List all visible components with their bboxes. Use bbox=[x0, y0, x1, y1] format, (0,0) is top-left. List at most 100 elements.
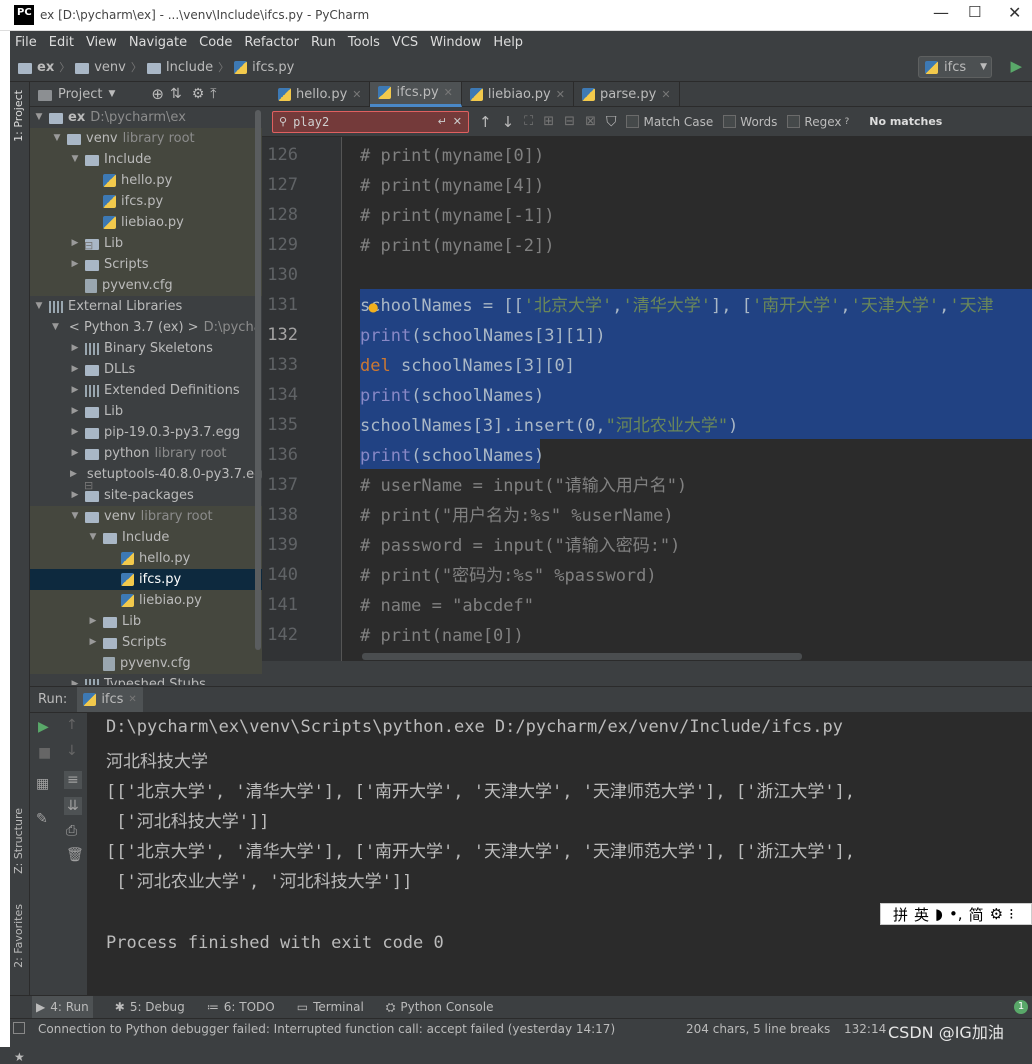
tree-item[interactable]: liebiao.py bbox=[30, 590, 262, 611]
search-input[interactable]: ⚲ play2 ↵ ✕ bbox=[272, 110, 469, 133]
tab-project[interactable]: 1: Project bbox=[12, 90, 25, 142]
fold-marker-icon[interactable]: ⊟ bbox=[84, 239, 93, 252]
tree-item[interactable]: ▶ Lib bbox=[30, 233, 262, 254]
expanded-arrow-icon[interactable]: ▼ bbox=[52, 128, 62, 149]
tree-item[interactable]: ▼ External Libraries bbox=[30, 296, 262, 317]
expanded-arrow-icon[interactable]: ▼ bbox=[70, 506, 80, 527]
console-output[interactable]: D:\pycharm\ex\venv\Scripts\python.exe D:… bbox=[88, 713, 1032, 995]
close-icon[interactable]: ✕ bbox=[556, 88, 565, 101]
menu-navigate[interactable]: Navigate bbox=[128, 35, 188, 50]
menu-help[interactable]: Help bbox=[492, 35, 524, 50]
remove-occurrence-icon[interactable]: ⊟ bbox=[564, 114, 575, 129]
filter-icon[interactable]: ⛉ bbox=[606, 114, 617, 130]
expanded-arrow-icon[interactable]: ▼ bbox=[34, 107, 44, 128]
caret-position[interactable]: 132:14 bbox=[844, 1022, 886, 1036]
ime-item[interactable]: 拼 bbox=[893, 904, 908, 925]
menu-edit[interactable]: Edit bbox=[48, 35, 75, 50]
tree-item[interactable]: ▼ ex D:\pycharm\ex bbox=[30, 107, 262, 128]
code-line[interactable]: # name = "abcdef" bbox=[360, 591, 534, 621]
collapsed-arrow-icon[interactable]: ▶ bbox=[70, 233, 80, 254]
project-panel-title[interactable]: Project bbox=[58, 87, 102, 102]
tree-item[interactable]: ▶ python library root bbox=[30, 443, 262, 464]
menu-code[interactable]: Code bbox=[198, 35, 233, 50]
toolwindow-terminal[interactable]: ▭ Terminal bbox=[297, 1000, 364, 1014]
ime-item[interactable]: ◗ bbox=[935, 905, 943, 923]
tab-hello[interactable]: hello.py ✕ bbox=[270, 81, 371, 107]
ime-item[interactable]: ⁝ bbox=[1009, 905, 1014, 923]
tree-item[interactable]: pyvenv.cfg bbox=[30, 653, 262, 674]
fold-marker-icon[interactable]: ⊟ bbox=[84, 479, 93, 492]
collapsed-arrow-icon[interactable]: ▶ bbox=[70, 422, 80, 443]
arrow-down-icon[interactable]: ↓ bbox=[502, 113, 515, 131]
stop-icon[interactable]: ■ bbox=[38, 745, 51, 761]
tree-item[interactable]: ▶ Scripts bbox=[30, 254, 262, 275]
tab-ifcs[interactable]: ifcs.py ✕ bbox=[370, 81, 462, 107]
menu-refactor[interactable]: Refactor bbox=[243, 35, 300, 50]
expanded-arrow-icon[interactable]: ▼ bbox=[70, 149, 80, 170]
editor-hscrollbar[interactable] bbox=[362, 653, 802, 660]
code-line[interactable]: # print("用户名为:%s" %userName) bbox=[360, 501, 674, 531]
target-icon[interactable]: ⊕ bbox=[151, 85, 164, 103]
code-line[interactable]: # userName = input("请输入用户名") bbox=[360, 471, 687, 501]
collapse-icon[interactable]: ⇅ bbox=[170, 86, 182, 102]
collapsed-arrow-icon[interactable]: ▶ bbox=[88, 611, 98, 632]
tree-item[interactable]: ▶ Typeshed Stubs bbox=[30, 674, 262, 685]
collapsed-arrow-icon[interactable]: ▶ bbox=[70, 380, 80, 401]
breadcrumb-include[interactable]: Include bbox=[166, 60, 213, 75]
collapsed-arrow-icon[interactable]: ▶ bbox=[70, 254, 80, 275]
toolwindow-todo[interactable]: ≔ 6: TODO bbox=[207, 1000, 275, 1014]
collapsed-arrow-icon[interactable]: ▶ bbox=[70, 443, 80, 464]
code-line[interactable]: # password = input("请输入密码:") bbox=[360, 531, 680, 561]
close-button[interactable]: ✕ bbox=[1008, 3, 1021, 22]
layout-icon[interactable]: ▦ bbox=[36, 776, 49, 792]
code-line[interactable]: del schoolNames[3][0] bbox=[360, 351, 575, 381]
tree-item[interactable]: ▶ DLLs bbox=[30, 359, 262, 380]
ime-item[interactable]: 简 bbox=[969, 904, 984, 925]
soft-wrap-icon[interactable]: ≡ bbox=[64, 771, 82, 789]
expanded-arrow-icon[interactable]: ▼ bbox=[88, 527, 98, 548]
words-checkbox[interactable]: Words bbox=[723, 115, 777, 129]
run-tab[interactable]: ifcs ✕ bbox=[77, 687, 143, 712]
tree-item[interactable]: ▶ setuptools-40.8.0-py3.7.egg bbox=[30, 464, 262, 485]
pin-icon[interactable]: ✎ bbox=[36, 811, 48, 827]
status-message[interactable]: Connection to Python debugger failed: In… bbox=[38, 1022, 615, 1036]
ime-toolbar[interactable]: 拼英 ◗ •, 简 ⚙ ⁝ bbox=[880, 903, 1032, 925]
collapsed-arrow-icon[interactable]: ▶ bbox=[88, 632, 98, 653]
tree-item[interactable]: ▼ < Python 3.7 (ex) > D:\pycharm bbox=[30, 317, 262, 338]
close-icon[interactable]: ✕ bbox=[661, 88, 670, 101]
trash-icon[interactable]: 🗑 bbox=[66, 847, 84, 863]
code-line[interactable]: # print(myname[4]) bbox=[360, 171, 544, 201]
tab-liebiao[interactable]: liebiao.py ✕ bbox=[462, 81, 574, 107]
intention-bulb-icon[interactable]: ● bbox=[368, 300, 378, 314]
run-icon[interactable]: ▶ bbox=[1010, 57, 1022, 75]
collapsed-arrow-icon[interactable]: ▶ bbox=[70, 401, 80, 422]
tree-item[interactable]: ▶ Binary Skeletons bbox=[30, 338, 262, 359]
tree-item[interactable]: ▶ Scripts bbox=[30, 632, 262, 653]
tree-item[interactable]: ▶ Extended Definitions bbox=[30, 380, 262, 401]
close-icon[interactable]: ✕ bbox=[128, 694, 136, 705]
close-icon[interactable]: ✕ bbox=[444, 86, 453, 99]
regex-checkbox[interactable]: Regex? bbox=[787, 115, 849, 129]
code-line[interactable]: print(schoolNames) bbox=[360, 441, 544, 471]
tree-item[interactable]: hello.py bbox=[30, 548, 262, 569]
select-all-icon[interactable]: ⛶ bbox=[524, 114, 533, 129]
code-line[interactable]: # print(myname[-1]) bbox=[360, 201, 554, 231]
tree-item[interactable]: pyvenv.cfg bbox=[30, 275, 262, 296]
tab-parse[interactable]: parse.py ✕ bbox=[574, 81, 680, 107]
collapsed-arrow-icon[interactable]: ▶ bbox=[70, 674, 80, 685]
tree-item[interactable]: ifcs.py bbox=[30, 569, 262, 590]
menu-window[interactable]: Window bbox=[429, 35, 482, 50]
tree-item[interactable]: ifcs.py bbox=[30, 191, 262, 212]
code-line[interactable]: schoolNames = [['北京大学','清华大学'], ['南开大学',… bbox=[360, 291, 994, 321]
breadcrumb-venv[interactable]: venv bbox=[94, 60, 126, 75]
toggle-occurrence-icon[interactable]: ⊠ bbox=[585, 114, 596, 129]
toolwindow-run[interactable]: ▶ 4: Run bbox=[32, 996, 93, 1018]
code-line[interactable]: schoolNames[3].insert(0,"河北农业大学") bbox=[360, 411, 738, 441]
add-occurrence-icon[interactable]: ⊞ bbox=[543, 114, 554, 129]
collapsed-arrow-icon[interactable]: ▶ bbox=[70, 359, 80, 380]
tree-item[interactable]: liebiao.py bbox=[30, 212, 262, 233]
expanded-arrow-icon[interactable]: ▼ bbox=[52, 317, 59, 338]
menu-view[interactable]: View bbox=[85, 35, 118, 50]
arrow-down-icon[interactable]: ↓ bbox=[66, 743, 78, 759]
tree-item[interactable]: ▼ venv library root bbox=[30, 506, 262, 527]
